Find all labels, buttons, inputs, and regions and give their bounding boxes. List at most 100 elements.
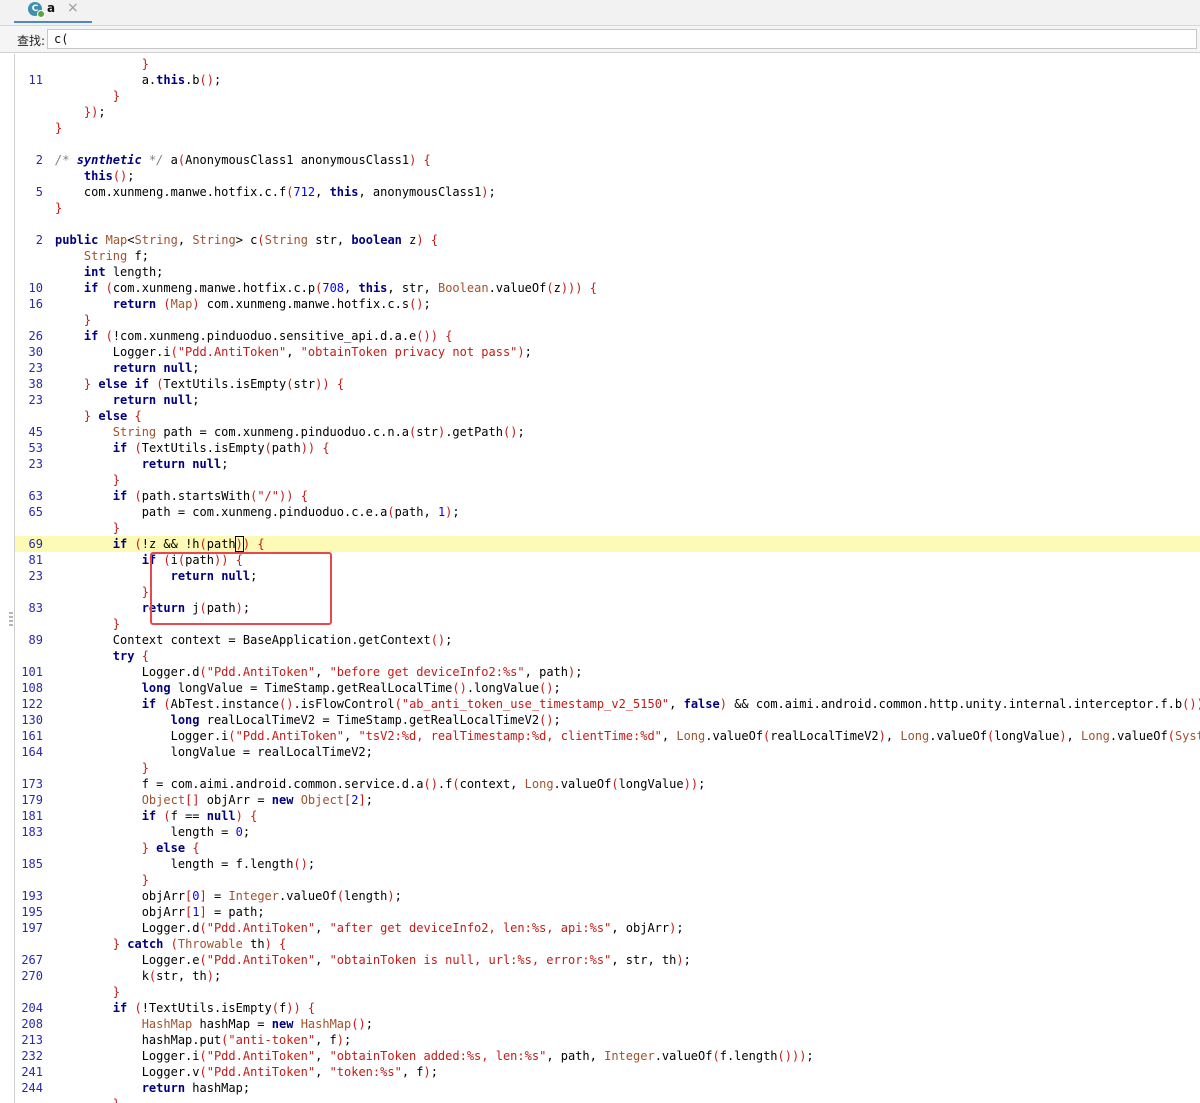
code-text[interactable]: if (!z && !h(path)) {: [55, 536, 265, 552]
code-line[interactable]: [15, 136, 1200, 152]
code-line[interactable]: 69 if (!z && !h(path)) {: [15, 536, 1200, 552]
code-text[interactable]: Logger.d("Pdd.AntiToken", "before get de…: [55, 664, 583, 680]
code-line[interactable]: 23 return null;: [15, 568, 1200, 584]
code-line[interactable]: 267 Logger.e("Pdd.AntiToken", "obtainTok…: [15, 952, 1200, 968]
code-text[interactable]: }: [55, 1096, 120, 1103]
code-line[interactable]: }: [15, 616, 1200, 632]
code-line[interactable]: });: [15, 104, 1200, 120]
code-line[interactable]: 204 if (!TextUtils.isEmpty(f)) {: [15, 1000, 1200, 1016]
code-line[interactable]: 2 /* synthetic */ a(AnonymousClass1 anony…: [15, 152, 1200, 168]
code-line[interactable]: 53 if (TextUtils.isEmpty(path)) {: [15, 440, 1200, 456]
code-text[interactable]: String f;: [55, 248, 149, 264]
code-line[interactable]: }: [15, 312, 1200, 328]
code-line[interactable]: }: [15, 56, 1200, 72]
code-text[interactable]: Logger.i("Pdd.AntiToken", "tsV2:%d, real…: [55, 728, 1200, 744]
search-input[interactable]: [47, 29, 1197, 49]
code-text[interactable]: if (AbTest.instance().isFlowControl("ab_…: [55, 696, 1200, 712]
code-line[interactable]: 23 return null;: [15, 392, 1200, 408]
code-text[interactable]: Logger.i("Pdd.AntiToken", "obtainToken a…: [55, 1048, 814, 1064]
code-text[interactable]: Context context = BaseApplication.getCon…: [55, 632, 453, 648]
code-text[interactable]: if (!com.xunmeng.pinduoduo.sensitive_api…: [55, 328, 453, 344]
code-line[interactable]: 81 if (i(path)) {: [15, 552, 1200, 568]
code-line[interactable]: 26 if (!com.xunmeng.pinduoduo.sensitive_…: [15, 328, 1200, 344]
code-text[interactable]: longValue = realLocalTimeV2;: [55, 744, 373, 760]
code-line[interactable]: 164 longValue = realLocalTimeV2;: [15, 744, 1200, 760]
code-line[interactable]: int length;: [15, 264, 1200, 280]
code-line[interactable]: }: [15, 120, 1200, 136]
code-text[interactable]: objArr[1] = path;: [55, 904, 265, 920]
splitter-grip-icon[interactable]: [9, 612, 13, 626]
code-line[interactable]: 130 long realLocalTimeV2 = TimeStamp.get…: [15, 712, 1200, 728]
code-text[interactable]: length = 0;: [55, 824, 251, 840]
code-text[interactable]: Object[] objArr = new Object[2];: [55, 792, 373, 808]
code-line[interactable]: 89 Context context = BaseApplication.get…: [15, 632, 1200, 648]
code-line[interactable]: 108 long longValue = TimeStamp.getRealLo…: [15, 680, 1200, 696]
code-text[interactable]: if (com.xunmeng.manwe.hotfix.c.p(708, th…: [55, 280, 597, 296]
code-line[interactable]: }: [15, 872, 1200, 888]
code-text[interactable]: this();: [55, 168, 135, 184]
code-editor[interactable]: }244 return hashMap;241 Logger.v("Pdd.An…: [14, 54, 1200, 1103]
code-line[interactable]: 232 Logger.i("Pdd.AntiToken", "obtainTok…: [15, 1048, 1200, 1064]
code-text[interactable]: /* synthetic */ a(AnonymousClass1 anonym…: [55, 152, 431, 168]
code-line[interactable]: 122 if (AbTest.instance().isFlowControl(…: [15, 696, 1200, 712]
code-text[interactable]: f = com.aimi.android.common.service.d.a(…: [55, 776, 706, 792]
code-line[interactable]: String f;: [15, 248, 1200, 264]
code-text[interactable]: return null;: [55, 568, 258, 584]
code-line[interactable]: 197 Logger.d("Pdd.AntiToken", "after get…: [15, 920, 1200, 936]
code-text[interactable]: } else {: [55, 840, 200, 856]
tab-class-a[interactable]: C a ×: [14, 0, 92, 23]
code-text[interactable]: if (!TextUtils.isEmpty(f)) {: [55, 1000, 315, 1016]
code-text[interactable]: return (Map) com.xunmeng.manwe.hotfix.c.…: [55, 296, 431, 312]
code-text[interactable]: Logger.d("Pdd.AntiToken", "after get dev…: [55, 920, 684, 936]
code-line[interactable]: [15, 216, 1200, 232]
code-text[interactable]: path = com.xunmeng.pinduoduo.c.e.a(path,…: [55, 504, 460, 520]
code-text[interactable]: com.xunmeng.manwe.hotfix.c.f(712, this, …: [55, 184, 496, 200]
code-text[interactable]: } catch (Throwable th) {: [55, 936, 286, 952]
code-line[interactable]: 30 Logger.i("Pdd.AntiToken", "obtainToke…: [15, 344, 1200, 360]
code-line[interactable]: 244 return hashMap;: [15, 1080, 1200, 1096]
code-line[interactable]: 83 return j(path);: [15, 600, 1200, 616]
code-text[interactable]: HashMap hashMap = new HashMap();: [55, 1016, 373, 1032]
code-text[interactable]: objArr[0] = Integer.valueOf(length);: [55, 888, 402, 904]
code-text[interactable]: }: [55, 872, 149, 888]
code-text[interactable]: long longValue = TimeStamp.getRealLocalT…: [55, 680, 561, 696]
code-line[interactable]: } catch (Throwable th) {: [15, 936, 1200, 952]
code-text[interactable]: if (f == null) {: [55, 808, 258, 824]
code-line[interactable]: 65 path = com.xunmeng.pinduoduo.c.e.a(pa…: [15, 504, 1200, 520]
code-line[interactable]: 2 public Map<String, String> c(String str…: [15, 232, 1200, 248]
code-line[interactable]: }: [15, 88, 1200, 104]
code-text[interactable]: return j(path);: [55, 600, 250, 616]
code-line[interactable]: 241 Logger.v("Pdd.AntiToken", "token:%s"…: [15, 1064, 1200, 1080]
code-text[interactable]: if (TextUtils.isEmpty(path)) {: [55, 440, 330, 456]
code-text[interactable]: } else if (TextUtils.isEmpty(str)) {: [55, 376, 344, 392]
code-text[interactable]: k(str, th);: [55, 968, 222, 984]
code-line[interactable]: 179 Object[] objArr = new Object[2];: [15, 792, 1200, 808]
code-line[interactable]: 181 if (f == null) {: [15, 808, 1200, 824]
code-text[interactable]: a.this.b();: [55, 72, 222, 88]
code-line[interactable]: }: [15, 760, 1200, 776]
code-text[interactable]: }: [55, 120, 62, 136]
code-line[interactable]: 213 hashMap.put("anti-token", f);: [15, 1032, 1200, 1048]
code-line[interactable]: }: [15, 1096, 1200, 1103]
code-text[interactable]: return hashMap;: [55, 1080, 250, 1096]
code-text[interactable]: }: [55, 200, 62, 216]
code-line[interactable]: } else {: [15, 408, 1200, 424]
code-text[interactable]: Logger.e("Pdd.AntiToken", "obtainToken i…: [55, 952, 691, 968]
code-line[interactable]: }: [15, 584, 1200, 600]
code-line[interactable]: 185 length = f.length();: [15, 856, 1200, 872]
code-line[interactable]: 11 a.this.b();: [15, 72, 1200, 88]
code-text[interactable]: } else {: [55, 408, 142, 424]
code-text[interactable]: public Map<String, String> c(String str,…: [55, 232, 438, 248]
code-text[interactable]: }: [55, 616, 120, 632]
code-line[interactable]: 193 objArr[0] = Integer.valueOf(length);: [15, 888, 1200, 904]
code-line[interactable]: 161 Logger.i("Pdd.AntiToken", "tsV2:%d, …: [15, 728, 1200, 744]
code-text[interactable]: int length;: [55, 264, 163, 280]
code-line[interactable]: 23 return null;: [15, 456, 1200, 472]
code-line[interactable]: 63 if (path.startsWith("/")) {: [15, 488, 1200, 504]
code-line[interactable]: 208 HashMap hashMap = new HashMap();: [15, 1016, 1200, 1032]
code-text[interactable]: long realLocalTimeV2 = TimeStamp.getReal…: [55, 712, 561, 728]
code-line[interactable]: } else {: [15, 840, 1200, 856]
code-text[interactable]: return null;: [55, 392, 200, 408]
code-line[interactable]: 45 String path = com.xunmeng.pinduoduo.c…: [15, 424, 1200, 440]
code-line[interactable]: }: [15, 200, 1200, 216]
